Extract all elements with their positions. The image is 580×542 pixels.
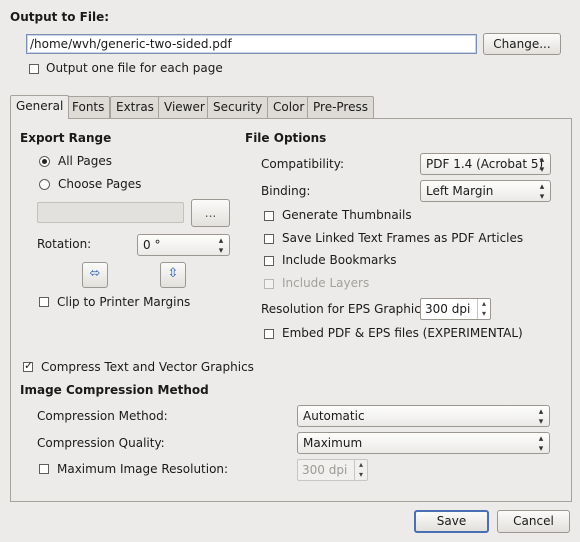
compatibility-value: PDF 1.4 (Acrobat 5) [426, 157, 544, 171]
file-options-heading: File Options [245, 131, 327, 145]
linked-frames-checkbox[interactable] [264, 234, 274, 244]
output-heading: Output to File: [10, 10, 110, 24]
all-pages-label: All Pages [58, 154, 112, 168]
updown-icon: ▴ ▾ [218, 236, 224, 256]
compression-method-value: Automatic [303, 409, 365, 423]
tab-fonts[interactable]: Fonts [66, 96, 111, 118]
max-image-resolution-spinbox[interactable]: 300 dpi ▴ ▾ [297, 459, 368, 481]
one-file-per-page-checkbox[interactable] [29, 64, 39, 74]
flip-vertical-icon: ⇳ [167, 266, 179, 281]
rotation-value: 0 ° [143, 238, 161, 252]
cancel-button[interactable]: Cancel [497, 510, 570, 533]
page-range-input[interactable] [37, 202, 184, 223]
eps-resolution-label: Resolution for EPS Graphics: [261, 302, 432, 316]
change-button[interactable]: Change... [483, 33, 561, 55]
include-bookmarks-label: Include Bookmarks [282, 253, 397, 267]
include-layers-checkbox[interactable] [264, 279, 274, 289]
compress-text-checkbox[interactable] [23, 359, 33, 372]
eps-resolution-spinbox[interactable]: 300 dpi ▴ ▾ [420, 298, 491, 320]
flip-vertical-button[interactable]: ⇳ [160, 262, 186, 288]
tab-extras[interactable]: Extras [110, 96, 160, 118]
compression-method-select[interactable]: Automatic ▴ ▾ [297, 405, 550, 427]
tab-pre-press[interactable]: Pre-Press [307, 96, 374, 118]
compatibility-label: Compatibility: [261, 157, 345, 171]
generate-thumbnails-label: Generate Thumbnails [282, 208, 412, 222]
tab-security[interactable]: Security [207, 96, 269, 118]
binding-label: Binding: [261, 184, 311, 198]
page-range-browse-button[interactable]: ... [191, 199, 230, 227]
all-pages-radio[interactable] [39, 156, 50, 167]
flip-horizontal-button[interactable]: ⬄ [82, 262, 108, 288]
save-button[interactable]: Save [414, 510, 489, 533]
clip-printer-margins-checkbox[interactable] [39, 297, 49, 307]
max-image-resolution-checkbox[interactable] [39, 464, 49, 474]
embed-pdf-eps-checkbox[interactable] [264, 329, 274, 339]
clip-printer-margins-label: Clip to Printer Margins [57, 295, 191, 309]
compression-quality-label: Compression Quality: [37, 436, 165, 450]
compression-quality-select[interactable]: Maximum ▴ ▾ [297, 432, 550, 454]
include-bookmarks-checkbox[interactable] [264, 256, 274, 266]
embed-pdf-eps-label: Embed PDF & EPS files (EXPERIMENTAL) [282, 326, 523, 340]
updown-icon: ▴ ▾ [538, 434, 544, 454]
updown-icon: ▴ ▾ [539, 155, 545, 175]
binding-select[interactable]: Left Margin ▴ ▾ [420, 180, 551, 202]
binding-value: Left Margin [426, 184, 494, 198]
generate-thumbnails-checkbox[interactable] [264, 211, 274, 221]
include-layers-label: Include Layers [282, 276, 370, 290]
flip-horizontal-icon: ⬄ [89, 266, 101, 281]
rotation-label: Rotation: [37, 237, 92, 251]
max-image-resolution-label: Maximum Image Resolution: [57, 462, 229, 476]
compatibility-select[interactable]: PDF 1.4 (Acrobat 5) ▴ ▾ [420, 153, 551, 175]
spin-arrows-icon[interactable]: ▴ ▾ [477, 299, 490, 319]
export-range-heading: Export Range [20, 131, 112, 145]
compression-quality-value: Maximum [303, 436, 363, 450]
updown-icon: ▴ ▾ [539, 182, 545, 202]
tab-viewer[interactable]: Viewer [158, 96, 211, 118]
output-path-input[interactable]: /home/wvh/generic-two-sided.pdf [26, 34, 477, 54]
eps-resolution-value: 300 dpi [425, 302, 471, 316]
choose-pages-radio[interactable] [39, 179, 50, 190]
updown-icon: ▴ ▾ [538, 407, 544, 427]
rotation-select[interactable]: 0 ° ▴ ▾ [137, 234, 230, 256]
tab-color[interactable]: Color [267, 96, 311, 118]
image-compression-heading: Image Compression Method [20, 383, 209, 397]
compress-text-label: Compress Text and Vector Graphics [41, 360, 254, 374]
one-file-per-page-label: Output one file for each page [46, 61, 223, 75]
max-image-resolution-value: 300 dpi [302, 463, 348, 477]
tab-general[interactable]: General [10, 95, 70, 119]
compression-method-label: Compression Method: [37, 409, 168, 423]
linked-frames-label: Save Linked Text Frames as PDF Articles [282, 231, 524, 245]
choose-pages-label: Choose Pages [58, 177, 142, 191]
spin-arrows-icon: ▴ ▾ [354, 460, 367, 480]
